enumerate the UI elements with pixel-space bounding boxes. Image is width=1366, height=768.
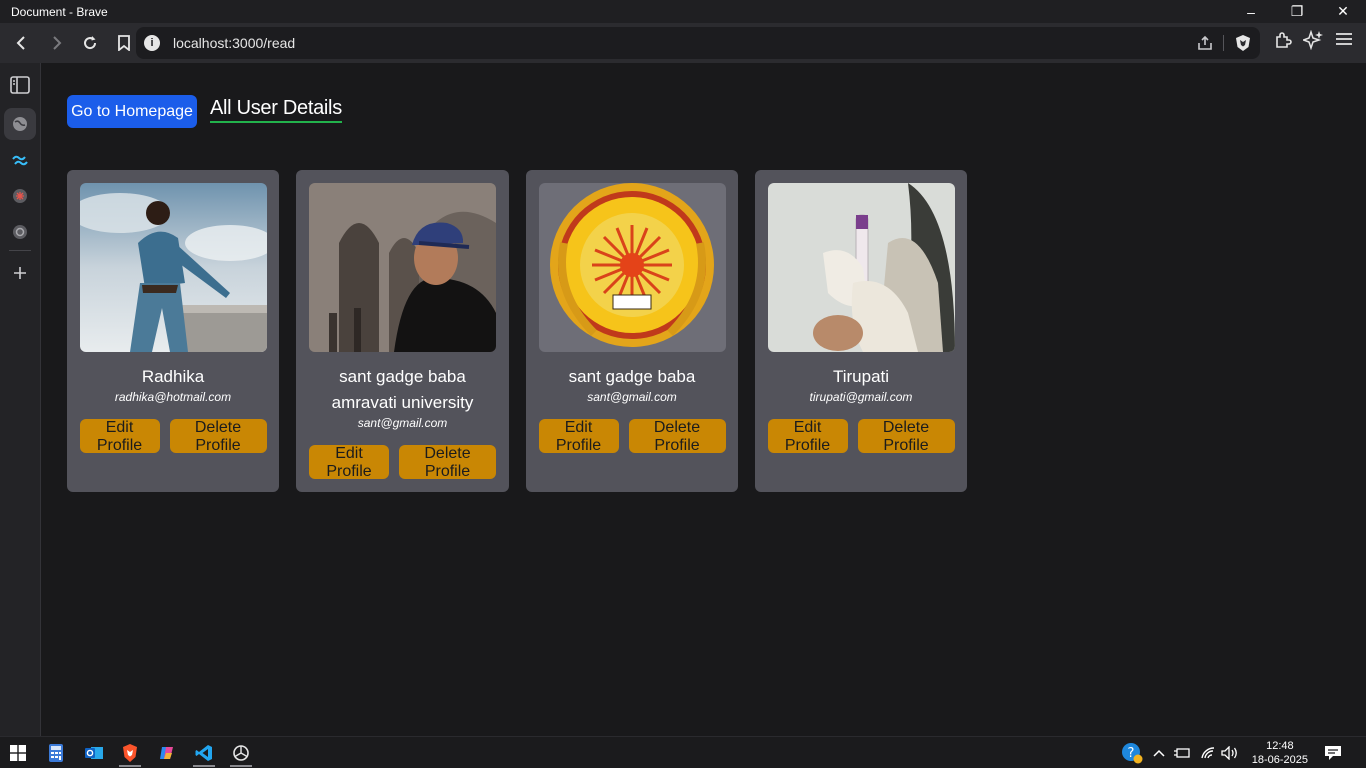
url-separator: [1223, 35, 1224, 51]
restore-button[interactable]: ❐: [1274, 0, 1320, 23]
brave-browser-icon[interactable]: [112, 737, 148, 768]
delete-profile-button[interactable]: Delete Profile: [169, 419, 267, 454]
edit-profile-button[interactable]: Edit Profile: [538, 419, 619, 454]
reload-button[interactable]: [75, 28, 105, 58]
windows-taskbar: ? 12:48 18-06-2025: [0, 736, 1366, 768]
site-info-icon[interactable]: i: [144, 35, 160, 51]
clock-date: 18-06-2025: [1251, 754, 1308, 766]
back-button[interactable]: [7, 28, 37, 58]
copilot-icon[interactable]: [149, 737, 185, 768]
sidebar-toggle-icon[interactable]: [4, 69, 36, 101]
university-logo: [538, 183, 726, 352]
outlook-icon[interactable]: [76, 737, 112, 768]
edit-profile-button[interactable]: Edit Profile: [79, 419, 160, 454]
close-window-button[interactable]: ✕: [1320, 0, 1366, 23]
sidebar-add-icon[interactable]: [4, 257, 36, 289]
forward-button[interactable]: [41, 28, 71, 58]
site-icon: [13, 225, 27, 239]
user-email: radhika@hotmail.com: [114, 390, 232, 404]
window-title: Document - Brave: [11, 4, 108, 19]
back-arrow-icon: [16, 36, 25, 50]
globe-icon: [13, 117, 27, 131]
tailwind-icon: [12, 155, 28, 166]
delete-profile-button[interactable]: Delete Profile: [857, 419, 955, 454]
user-email: sant@gmail.com: [587, 390, 677, 404]
browser-toolbar: i localhost:3000/read: [0, 23, 1366, 63]
user-card: Tirupati tirupati@gmail.com Edit Profile…: [755, 170, 967, 492]
user-card: Radhika radhika@hotmail.com Edit Profile…: [67, 170, 279, 492]
svg-text:?: ?: [1128, 746, 1135, 761]
user-card: sant gadge baba sant@gmail.com Edit Prof…: [526, 170, 738, 492]
reload-icon: [84, 36, 97, 50]
user-photo: [79, 183, 267, 352]
sidebar-item-app[interactable]: [4, 180, 36, 212]
system-clock[interactable]: 12:48 18-06-2025: [1252, 739, 1308, 767]
browser-sidebar: [0, 63, 41, 736]
user-photo: [309, 183, 496, 352]
windows-start-icon[interactable]: [0, 737, 36, 768]
brave-shield-icon[interactable]: [1234, 34, 1252, 57]
clock-time: 12:48: [1266, 740, 1294, 752]
address-bar[interactable]: i localhost:3000/read: [136, 27, 1260, 59]
page-content: Go to Homepage All User Details Radhika …: [41, 63, 1366, 736]
forward-arrow-icon: [53, 36, 62, 50]
delete-profile-button[interactable]: Delete Profile: [399, 445, 496, 480]
user-photo: [767, 183, 955, 352]
leo-ai-icon[interactable]: [1301, 29, 1323, 55]
vscode-icon[interactable]: [186, 737, 222, 768]
user-name: sant gadge baba amravati university: [331, 367, 474, 412]
extensions-icon[interactable]: [1273, 30, 1293, 55]
edit-profile-button[interactable]: Edit Profile: [309, 445, 389, 480]
user-email: tirupati@gmail.com: [809, 390, 913, 404]
user-name: Radhika: [141, 367, 205, 386]
window-titlebar: Document - Brave – ❐ ✕: [0, 0, 1366, 23]
user-card: sant gadge baba amravati university sant…: [296, 170, 509, 492]
menu-icon[interactable]: [1335, 30, 1353, 53]
page-title: All User Details: [210, 97, 342, 123]
url-text[interactable]: localhost:3000/read: [173, 35, 295, 51]
volume-icon[interactable]: [1212, 737, 1248, 768]
app-icon: [13, 189, 27, 203]
calculator-icon[interactable]: [38, 737, 74, 768]
notifications-icon[interactable]: [1315, 737, 1351, 768]
sidebar-item-web[interactable]: [4, 108, 36, 140]
edit-profile-button[interactable]: Edit Profile: [767, 419, 848, 454]
delete-profile-button[interactable]: Delete Profile: [628, 419, 726, 454]
sidebar-divider: [9, 250, 31, 251]
user-email: sant@gmail.com: [357, 416, 448, 430]
sidebar-item-tailwind[interactable]: [4, 144, 36, 176]
user-card-list: Radhika radhika@hotmail.com Edit Profile…: [67, 170, 984, 492]
minimize-button[interactable]: –: [1228, 0, 1274, 23]
sidebar-item-site[interactable]: [4, 216, 36, 248]
go-to-homepage-button[interactable]: Go to Homepage: [67, 95, 197, 128]
share-icon[interactable]: [1196, 34, 1214, 57]
bookmark-button[interactable]: [109, 28, 139, 58]
user-name: sant gadge baba: [568, 367, 696, 386]
user-name: Tirupati: [832, 367, 890, 386]
bookmark-icon: [118, 35, 130, 51]
chatgpt-icon[interactable]: [223, 737, 259, 768]
